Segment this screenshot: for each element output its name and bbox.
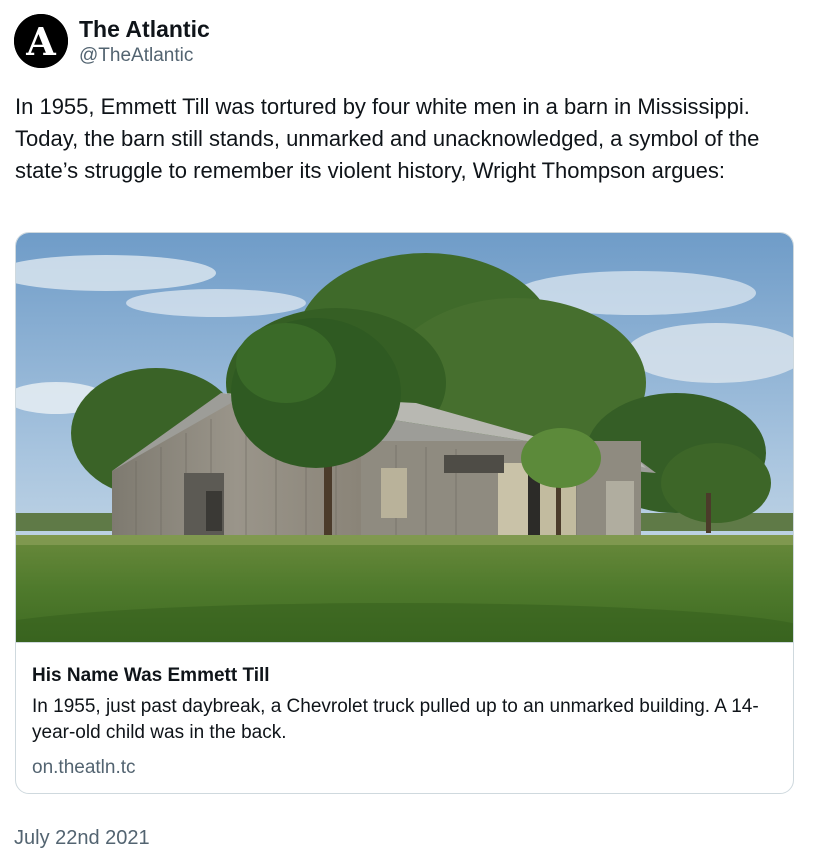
tweet-header: A The Atlantic @TheAtlantic xyxy=(14,14,210,68)
card-image[interactable] xyxy=(16,233,793,643)
card-title[interactable]: His Name Was Emmett Till xyxy=(32,664,270,688)
link-card[interactable]: His Name Was Emmett Till In 1955, just p… xyxy=(15,232,794,794)
card-description: In 1955, just past daybreak, a Chevrolet… xyxy=(32,696,759,743)
avatar[interactable]: A xyxy=(14,14,68,68)
avatar-letter: A xyxy=(25,19,56,64)
tweet-text: In 1955, Emmett Till was tortured by fou… xyxy=(15,94,760,183)
tweet-date[interactable]: July 22nd 2021 xyxy=(14,826,150,850)
photo-barn-under-trees-icon xyxy=(16,233,793,642)
tweet-container: A The Atlantic @TheAtlantic In 1955, Emm… xyxy=(0,0,818,860)
the-atlantic-logo-icon: A xyxy=(14,14,68,68)
account-names: The Atlantic @TheAtlantic xyxy=(79,14,210,68)
display-name[interactable]: The Atlantic xyxy=(79,14,210,44)
account-handle[interactable]: @TheAtlantic xyxy=(79,44,210,68)
card-link[interactable]: on.theatln.tc xyxy=(32,756,136,780)
